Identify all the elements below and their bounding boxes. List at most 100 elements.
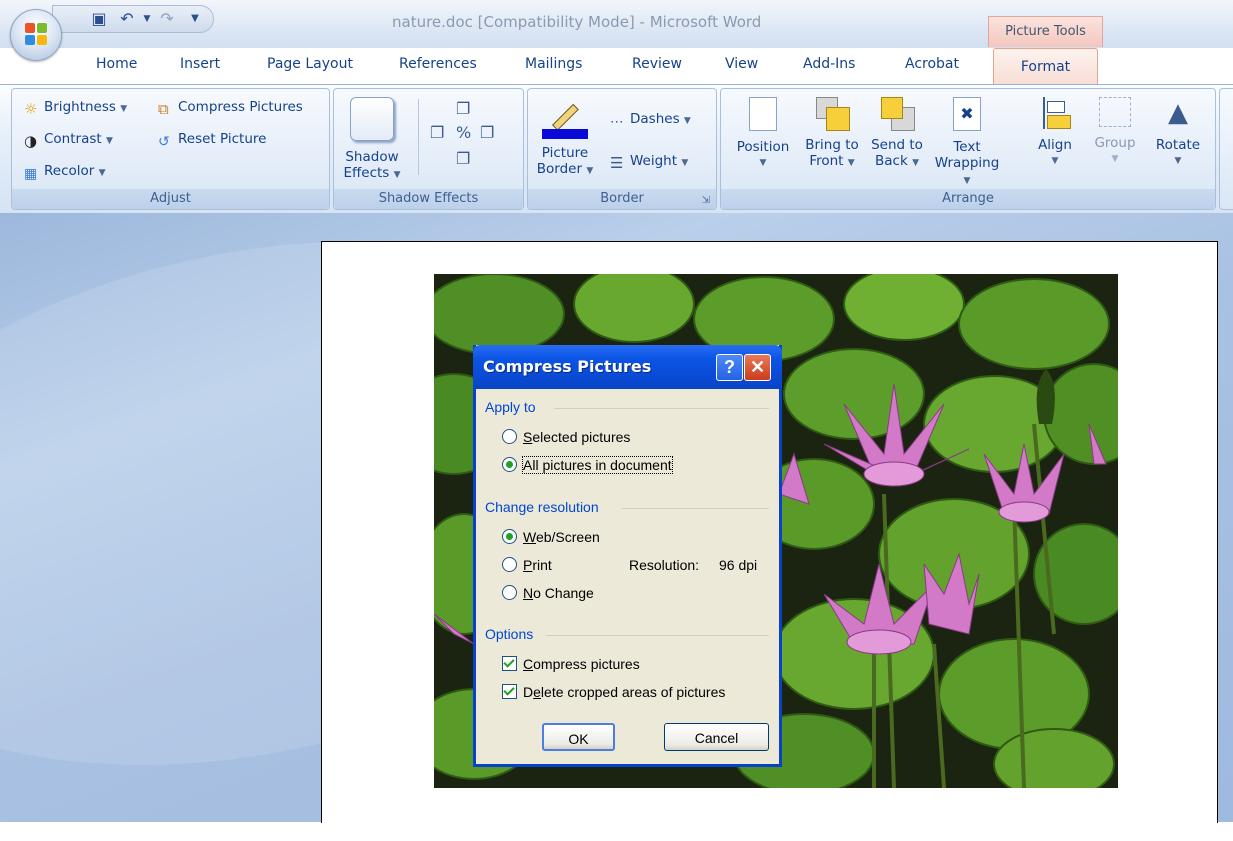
- group-shadow-effects: Shadow Effects ▼ ❐ ❐ % ❐ ❐ Shadow Effect…: [333, 88, 524, 210]
- redo-icon[interactable]: ↷: [157, 9, 177, 29]
- tab-page-layout[interactable]: Page Layout: [267, 56, 353, 72]
- dialog-launcher-icon[interactable]: ⇲: [702, 195, 710, 206]
- reset-picture-button[interactable]: ↺ Reset Picture: [158, 131, 266, 150]
- text-wrapping-button[interactable]: ✖ Text Wrapping ▼: [931, 97, 1003, 189]
- position-button[interactable]: Position ▼: [727, 97, 799, 171]
- dropdown-arrow-icon: ▼: [1111, 154, 1119, 164]
- dropdown-arrow-icon: ▼: [105, 136, 113, 146]
- dropdown-arrow-icon: ▼: [912, 158, 919, 168]
- weight-button[interactable]: ☰ Weight ▼: [610, 153, 689, 172]
- compress-pictures-checkbox[interactable]: Compress pictures: [502, 656, 640, 672]
- group-button[interactable]: Group ▼: [1087, 97, 1143, 167]
- send-to-back-label-1: Send to: [871, 137, 923, 153]
- tab-format[interactable]: Format: [993, 48, 1098, 85]
- dialog-title-bar[interactable]: Compress Pictures ? ✕: [473, 345, 782, 389]
- tab-acrobat[interactable]: Acrobat: [905, 56, 959, 72]
- print-radio[interactable]: Print: [502, 557, 552, 573]
- recolor-button[interactable]: ▦ Recolor ▼: [24, 163, 106, 182]
- no-change-access-key: N: [523, 585, 534, 601]
- radio-selected-icon: [502, 457, 517, 472]
- rotate-label: Rotate: [1155, 137, 1201, 153]
- contrast-button[interactable]: ◑ Contrast ▼: [24, 131, 113, 150]
- dropdown-arrow-icon: ▼: [1174, 156, 1182, 166]
- tab-mailings[interactable]: Mailings: [525, 56, 582, 72]
- tab-add-ins[interactable]: Add-Ins: [803, 56, 855, 72]
- nudge-shadow-right-icon[interactable]: ❐: [480, 123, 494, 142]
- bring-to-front-button[interactable]: Bring to Front ▼: [799, 97, 865, 171]
- separator: [546, 635, 769, 636]
- tab-insert[interactable]: Insert: [180, 56, 220, 72]
- radio-icon: [502, 557, 517, 572]
- compress-pictures-label: Compress Pictures: [178, 99, 303, 115]
- dropdown-arrow-icon: ▼: [120, 104, 128, 114]
- brightness-button[interactable]: ☼ Brightness ▼: [24, 99, 128, 118]
- dropdown-arrow-icon: ▼: [759, 158, 767, 168]
- text-wrapping-label-2: Wrapping: [934, 155, 1000, 171]
- customize-toolbar-icon[interactable]: ▼: [185, 9, 205, 29]
- cancel-button[interactable]: Cancel: [664, 723, 769, 751]
- separator: [418, 99, 419, 175]
- dashes-button[interactable]: ⋯ Dashes ▼: [610, 111, 691, 130]
- send-to-back-icon: [881, 97, 915, 131]
- contrast-icon: ◑: [24, 132, 38, 150]
- dashes-label: Dashes: [630, 111, 680, 127]
- group-icon: [1099, 97, 1131, 127]
- no-change-label: o Change: [533, 585, 594, 601]
- separator: [554, 408, 769, 409]
- group-label: Group: [1094, 135, 1136, 151]
- brightness-icon: ☼: [24, 100, 38, 118]
- bring-to-front-label-1: Bring to: [805, 137, 859, 153]
- save-icon[interactable]: ▣: [89, 9, 109, 29]
- tab-review[interactable]: Review: [632, 56, 682, 72]
- nudge-shadow-left-icon[interactable]: ❐: [430, 123, 444, 142]
- compress-pictures-button[interactable]: ⧉ Compress Pictures: [158, 99, 303, 118]
- tab-references[interactable]: References: [399, 56, 477, 72]
- reset-picture-label: Reset Picture: [178, 131, 267, 147]
- no-change-radio[interactable]: No Change: [502, 585, 594, 601]
- quick-access-toolbar: ▣ ↶ ▼ ↷ ▼: [52, 5, 214, 33]
- delete-cropped-areas-checkbox[interactable]: Delete cropped areas of pictures: [502, 684, 725, 700]
- dropdown-arrow-icon: ▼: [1051, 156, 1059, 166]
- help-button[interactable]: ?: [716, 354, 743, 381]
- group-label-adjust: Adjust: [12, 189, 329, 209]
- group-label-shadow-effects: Shadow Effects: [334, 189, 523, 209]
- ok-button[interactable]: OK: [542, 723, 615, 751]
- nudge-shadow-down-icon[interactable]: ❐: [456, 149, 470, 168]
- group-label-arrange: Arrange: [721, 189, 1215, 209]
- position-icon: [749, 97, 777, 131]
- send-to-back-button[interactable]: Send to Back ▼: [867, 97, 927, 171]
- apply-to-heading: Apply to: [485, 399, 536, 415]
- checkbox-checked-icon: [502, 684, 517, 699]
- undo-icon[interactable]: ↶: [117, 9, 137, 29]
- tab-home[interactable]: Home: [96, 56, 137, 72]
- close-button[interactable]: ✕: [744, 354, 771, 381]
- group-adjust: ☼ Brightness ▼ ⧉ Compress Pictures ◑ Contra…: [11, 88, 330, 210]
- dropdown-arrow-icon: ▼: [681, 158, 689, 168]
- shadow-effects-label-1: Shadow: [345, 149, 399, 165]
- print-label: rint: [532, 557, 552, 573]
- selected-pictures-radio[interactable]: Selected pictures: [502, 429, 630, 445]
- tab-format-label: Format: [1020, 59, 1071, 75]
- all-pictures-radio[interactable]: All pictures in document: [502, 456, 673, 474]
- shadow-effects-button[interactable]: Shadow Effects ▼: [342, 97, 402, 183]
- undo-dropdown-icon[interactable]: ▼: [137, 9, 157, 29]
- delete-label-start: D: [523, 684, 534, 700]
- shadow-toggle-icon[interactable]: %: [456, 123, 471, 142]
- dropdown-arrow-icon: ▼: [393, 170, 401, 180]
- picture-border-label-1: Picture: [541, 145, 589, 161]
- window-title: nature.doc [Compatibility Mode] - Micros…: [392, 13, 762, 31]
- dropdown-arrow-icon: ▼: [586, 166, 594, 176]
- rotate-button[interactable]: ▲ Rotate ▼: [1147, 97, 1209, 169]
- dropdown-arrow-icon: ▼: [683, 116, 691, 126]
- web-screen-radio[interactable]: Web/Screen: [502, 529, 600, 545]
- nudge-shadow-up-icon[interactable]: ❐: [456, 99, 470, 118]
- picture-border-label-2: Border: [536, 161, 583, 177]
- tab-view[interactable]: View: [725, 56, 758, 72]
- picture-border-button[interactable]: Picture Border ▼: [534, 95, 596, 179]
- compress-access-key: C: [523, 656, 534, 672]
- align-button[interactable]: Align ▼: [1027, 97, 1083, 169]
- all-pictures-label: All pictures in document: [522, 456, 673, 474]
- office-button[interactable]: [10, 9, 62, 61]
- compress-pictures-icon: ⧉: [158, 100, 169, 118]
- group-border: Picture Border ▼ ⋯ Dashes ▼ ☰ Weight ▼ Bor…: [527, 88, 717, 210]
